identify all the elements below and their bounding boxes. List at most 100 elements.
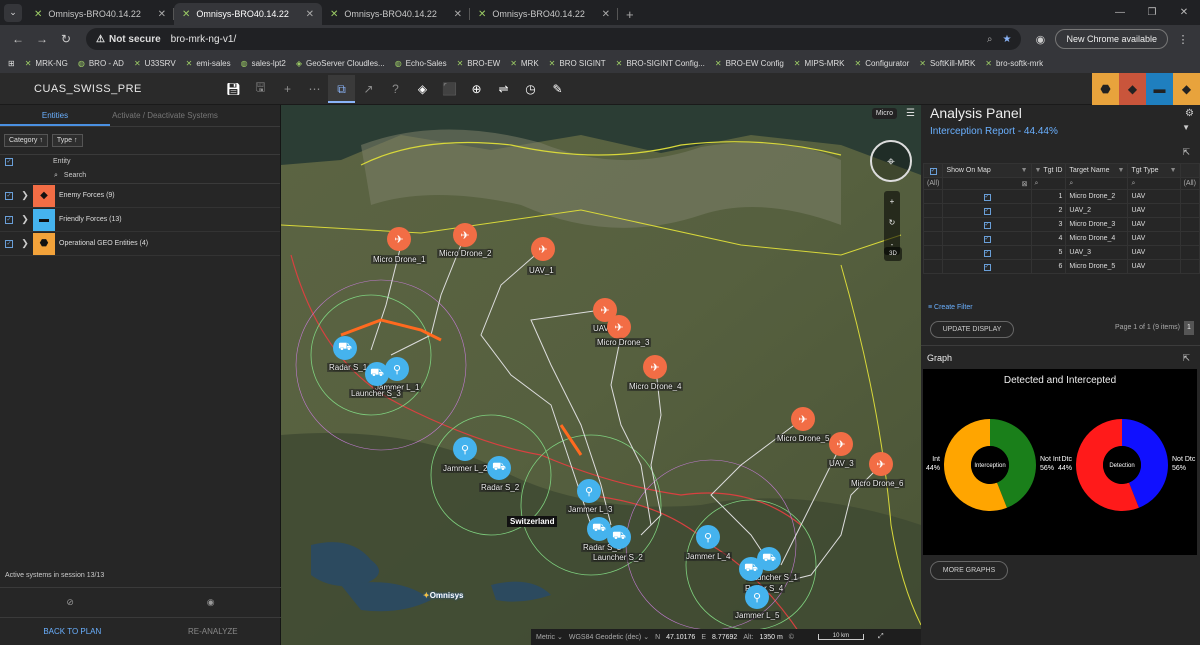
category-row[interactable]: ✓ ❯ ⬣ Operational GEO Entities (4) <box>0 232 280 256</box>
re-analyze-button[interactable]: RE-ANALYZE <box>188 627 238 636</box>
back-arrow-icon[interactable]: ← <box>6 32 30 46</box>
jammer-icon[interactable]: ⚲ <box>696 525 720 549</box>
map-menu-icon[interactable]: ☰ <box>906 108 915 119</box>
update-display-button[interactable]: UPDATE DISPLAY <box>930 321 1014 338</box>
radar-icon[interactable]: ⛟ <box>487 456 511 480</box>
category-checkbox[interactable]: ✓ <box>5 239 13 248</box>
filter-cell[interactable]: ⌕ <box>1065 177 1129 190</box>
close-window-icon[interactable]: ✕ <box>1168 7 1200 18</box>
bookmark-item[interactable]: ✕ MRK <box>510 59 538 68</box>
browser-tab[interactable]: ✕ Omnisys-BRO40.14.22 ✕ <box>470 3 618 25</box>
add-icon[interactable]: + <box>274 82 301 96</box>
filter-icon[interactable]: ▼ <box>1118 167 1125 174</box>
uav-icon[interactable]: ✈ <box>829 432 853 456</box>
caret-down-icon[interactable]: ▼ <box>1182 123 1190 132</box>
clock-icon[interactable]: ◷ <box>517 82 544 96</box>
jammer-icon[interactable]: ⚲ <box>453 437 477 461</box>
expand-icon[interactable]: ⇱ <box>1182 147 1190 158</box>
select-all-checkbox[interactable]: ✓ <box>5 157 13 166</box>
browser-tab-active[interactable]: ✕ Omnisys-BRO40.14.22 ✕ <box>174 3 322 25</box>
table-row[interactable]: ✓ 5 UAV_3 UAV <box>922 245 1200 260</box>
show-on-map-checkbox[interactable]: ✓ <box>983 207 991 215</box>
column-header[interactable]: ▼ Tgt ID <box>1030 163 1067 178</box>
bookmark-item[interactable]: ✕ emi-sales <box>186 59 231 68</box>
filter-icon[interactable]: ▼ <box>1021 167 1028 174</box>
browser-tab[interactable]: ✕ Omnisys-BRO40.14.22 ✕ <box>26 3 174 25</box>
chevron-right-icon[interactable]: ❯ <box>17 214 33 225</box>
table-row[interactable]: ✓ 4 Micro Drone_4 UAV <box>922 231 1200 246</box>
chevron-right-icon[interactable]: ❯ <box>17 190 33 201</box>
more-graphs-button[interactable]: MORE GRAPHS <box>930 561 1008 580</box>
column-header[interactable]: Show On Map ▼ <box>942 163 1032 178</box>
profile-icon[interactable]: ◉ <box>1029 33 1051 46</box>
timeline-icon[interactable]: ⇌ <box>490 82 517 96</box>
zoom-in-button[interactable]: + <box>890 197 895 206</box>
restore-icon[interactable]: ❐ <box>1136 7 1168 18</box>
drone-icon[interactable]: ✈ <box>453 223 477 247</box>
launcher-icon[interactable]: ⛟ <box>365 362 389 386</box>
effector-system-button[interactable]: ◆ <box>1119 72 1146 105</box>
table-row[interactable]: ✓ 1 Micro Drone_2 UAV <box>922 189 1200 204</box>
category-row[interactable]: ✓ ❯ ▬ Friendly Forces (13) <box>0 208 280 232</box>
gear-icon[interactable]: ⚙ <box>1185 108 1194 119</box>
filter-icon[interactable]: ▼ <box>1170 167 1177 174</box>
cluster-system-button[interactable]: ◆ <box>1173 72 1200 105</box>
uav-icon[interactable]: ✈ <box>531 237 555 261</box>
category-checkbox[interactable]: ✓ <box>5 191 13 200</box>
bookmark-item[interactable]: ✕ MRK-NG <box>25 59 68 68</box>
bookmark-item[interactable]: ✕ Configurator <box>855 59 910 68</box>
header-checkbox[interactable]: ✓ <box>929 167 937 175</box>
create-filter-link[interactable]: ≡ Create Filter <box>928 304 973 311</box>
bookmark-item[interactable]: ✕ BRO SIGINT <box>549 59 606 68</box>
show-on-map-checkbox[interactable]: ✓ <box>983 249 991 257</box>
units-select[interactable]: Metric ⌄ <box>536 633 563 641</box>
bookmark-item[interactable]: ✕ BRO-EW <box>457 59 501 68</box>
drone-icon[interactable]: ✈ <box>791 407 815 431</box>
radar-icon[interactable]: ⛟ <box>333 336 357 360</box>
sort-category-button[interactable]: Category ↑ <box>4 134 48 147</box>
column-header[interactable]: Target Name ▼ <box>1065 163 1129 178</box>
show-on-map-checkbox[interactable]: ✓ <box>983 193 991 201</box>
layers-icon[interactable]: ◈ <box>409 82 436 96</box>
apps-grid-icon[interactable]: ⊞ <box>8 59 15 68</box>
table-row[interactable]: ✓ 2 UAV_2 UAV <box>922 203 1200 218</box>
tab-search-button[interactable]: ⌄ <box>0 0 26 25</box>
filter-cell[interactable]: ⌕ <box>1127 177 1181 190</box>
eye-icon[interactable]: ◉ <box>207 597 215 608</box>
sensor-system-button[interactable]: ⬣ <box>1092 72 1119 105</box>
drone-icon[interactable]: ✈ <box>387 227 411 251</box>
filter-icon[interactable]: ▼ <box>1035 167 1042 174</box>
not-secure-badge[interactable]: ⚠ Not secure <box>96 34 161 45</box>
route-icon[interactable]: ↗ <box>355 82 382 96</box>
compass-icon[interactable]: ⌖ <box>870 140 912 182</box>
tab-activate-deactivate[interactable]: Activate / Deactivate Systems <box>110 105 220 126</box>
drone-icon[interactable]: ✈ <box>607 315 631 339</box>
new-chrome-available-button[interactable]: New Chrome available <box>1055 29 1168 49</box>
close-icon[interactable]: ✕ <box>602 9 610 20</box>
ruler-icon[interactable]: ✎ <box>544 82 571 96</box>
more-dots-icon[interactable]: ⋯ <box>301 82 328 96</box>
jammer-icon[interactable]: ⚲ <box>577 479 601 503</box>
bookmark-item[interactable]: ◍ sales-lpt2 <box>241 59 286 68</box>
bookmark-star-icon[interactable]: ★ <box>1002 34 1011 45</box>
datum-select[interactable]: WGS84 Geodetic (dec) ⌄ <box>569 633 649 641</box>
entity-search[interactable]: ⌕ Search <box>0 168 280 184</box>
url-text[interactable]: bro-mrk-ng-v1/ <box>171 34 977 45</box>
map-view[interactable]: Micro ☰ ⌖ + ↻ - 3D ✈ Micro Drone_1 ✈ Mic… <box>281 105 921 645</box>
show-on-map-checkbox[interactable]: ✓ <box>983 235 991 243</box>
launcher-icon[interactable]: ⛟ <box>607 525 631 549</box>
jammer-icon[interactable]: ⚲ <box>745 585 769 609</box>
back-to-plan-button[interactable]: BACK TO PLAN <box>43 627 101 636</box>
tab-entities[interactable]: Entities <box>0 105 110 126</box>
filter-cell[interactable]: (All) <box>922 177 944 190</box>
column-header[interactable]: Tgt Type ▼ <box>1127 163 1181 178</box>
category-row[interactable]: ✓ ❯ ◆ Enemy Forces (9) <box>0 184 280 208</box>
new-tab-button[interactable]: + <box>618 3 642 25</box>
chevron-right-icon[interactable]: ❯ <box>17 238 33 249</box>
more-menu-icon[interactable]: ⋮ <box>1172 33 1194 46</box>
address-bar[interactable]: ⚠ Not secure bro-mrk-ng-v1/ ⌕ ★ <box>86 28 1022 50</box>
expand-icon[interactable]: ⇱ <box>1182 353 1190 364</box>
jammer-icon[interactable]: ⚲ <box>385 357 409 381</box>
minimize-icon[interactable]: — <box>1104 7 1136 18</box>
bookmark-item[interactable]: ◍ BRO - AD <box>78 59 124 68</box>
